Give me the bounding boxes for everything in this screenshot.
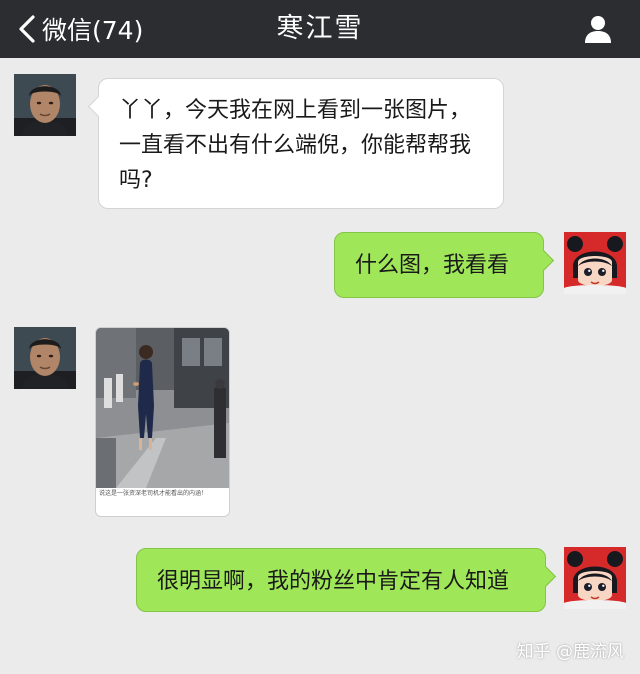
chat-info-button[interactable] (582, 13, 614, 45)
my-avatar[interactable] (564, 232, 626, 294)
image-caption: 说这是一张资深老司机才能看出的内涵！ (99, 490, 208, 497)
street-photo (96, 328, 229, 488)
chat-header: 微信(74) 寒江雪 (0, 0, 640, 58)
message-bubble[interactable]: 什么图，我看看 (334, 232, 555, 298)
contact-avatar[interactable] (14, 74, 76, 136)
message-text: 很明显啊，我的粉丝中肯定有人知道 (157, 569, 510, 594)
message-bubble[interactable]: 丫丫，今天我在网上看到一张图片，一直看不出有什么端倪，你能帮帮我吗? (87, 78, 504, 209)
contact-avatar[interactable] (14, 327, 76, 389)
person-icon (585, 16, 611, 43)
chat-title: 寒江雪 (276, 13, 364, 44)
image-message[interactable]: 说这是一张资深老司机才能看出的内涵！ (95, 327, 230, 517)
watermark: 知乎 @鹿流风 (516, 642, 624, 662)
my-avatar[interactable] (564, 547, 626, 609)
message-text: 丫丫，今天我在网上看到一张图片，一直看不出有什么端倪，你能帮帮我吗? (119, 98, 472, 193)
message-text: 什么图，我看看 (355, 253, 510, 278)
message-bubble[interactable]: 很明显啊，我的粉丝中肯定有人知道 (136, 548, 557, 612)
